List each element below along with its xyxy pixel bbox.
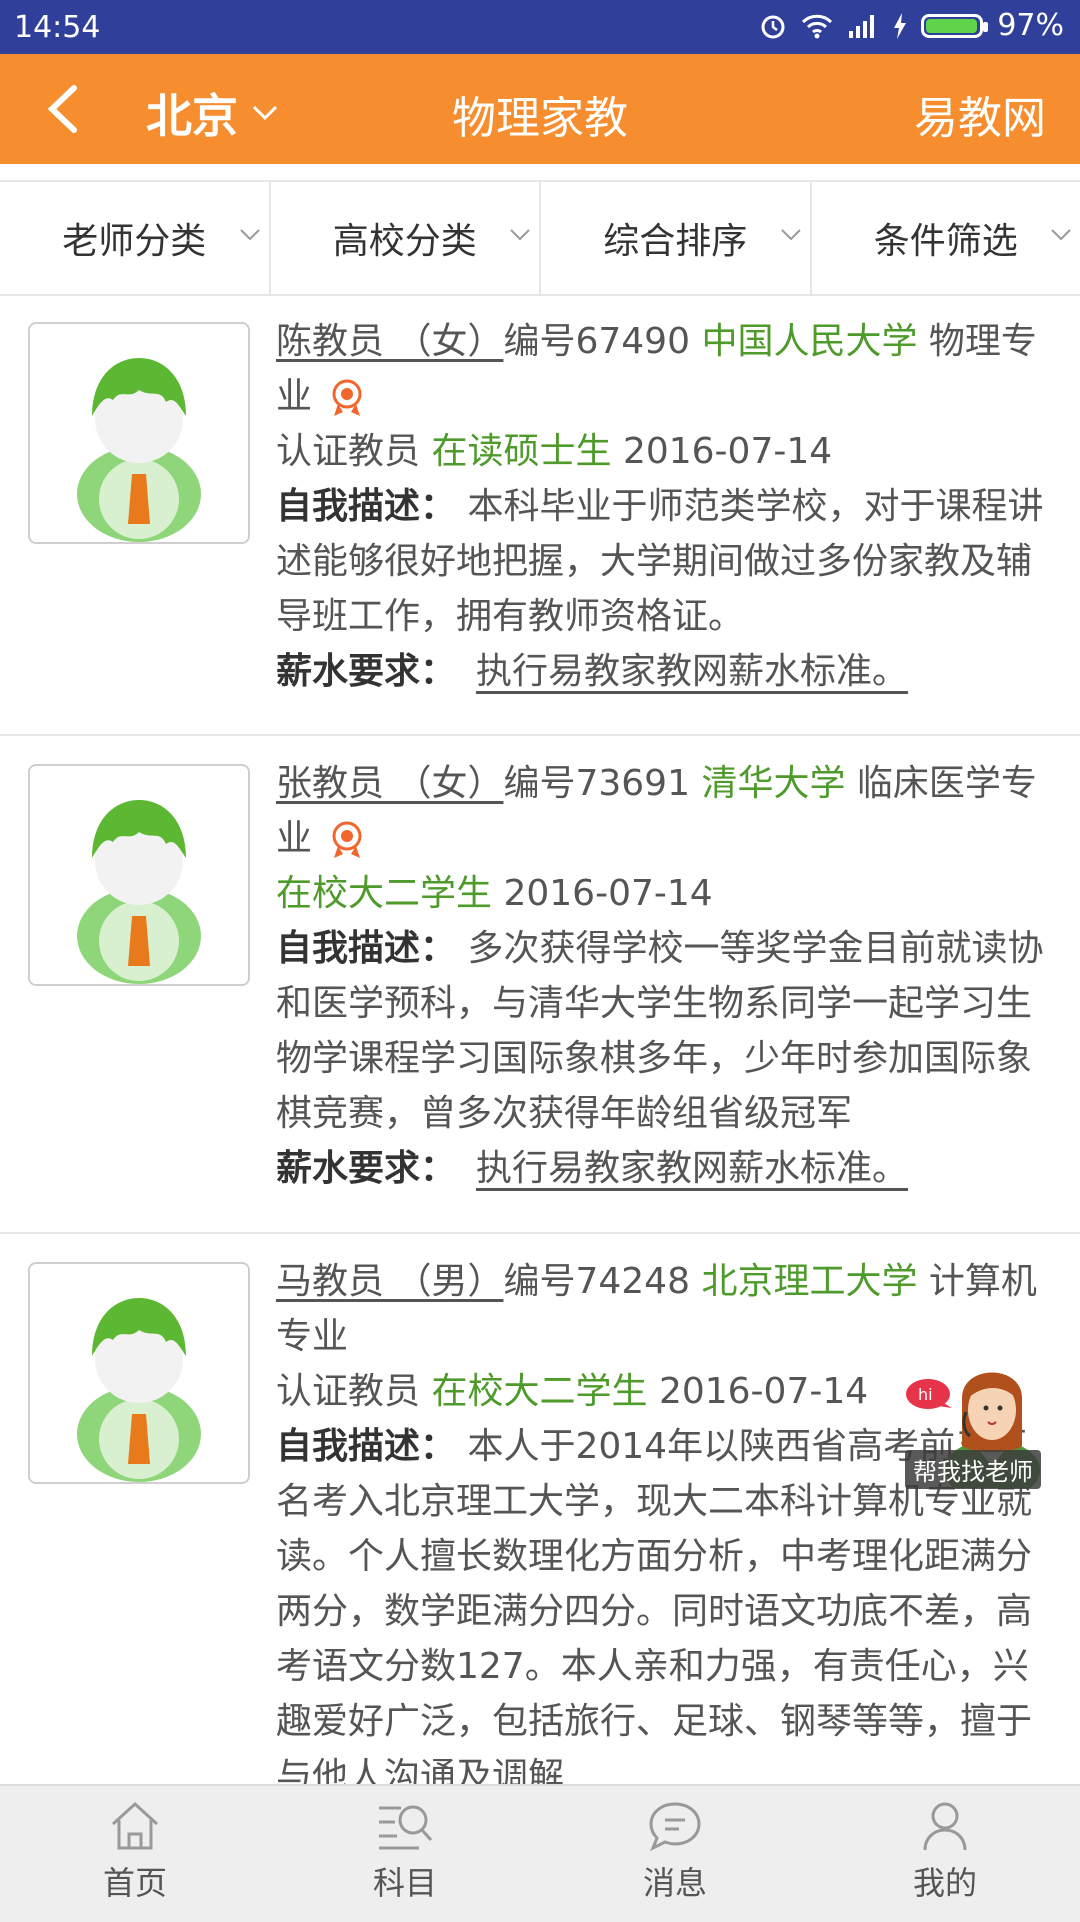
nav-label: 消息 — [643, 1858, 707, 1904]
battery-icon — [921, 14, 983, 38]
default-avatar-icon — [30, 1264, 248, 1482]
default-avatar-icon — [30, 766, 248, 984]
desc-label: 自我描述： — [276, 1426, 456, 1467]
teacher-info: 陈教员 （女）编号67490 中国人民大学 物理专业 认证教员 在读硕士生 20… — [276, 314, 1054, 699]
teacher-name[interactable]: 陈教员 （女） — [276, 321, 503, 362]
teacher-card[interactable]: 陈教员 （女）编号67490 中国人民大学 物理专业 认证教员 在读硕士生 20… — [0, 294, 1080, 736]
salary-label: 薪水要求： — [276, 1148, 456, 1189]
filter-university-category[interactable]: 高校分类 — [271, 182, 542, 294]
subjects-search-icon — [375, 1800, 435, 1852]
helper-bubble-text: hi — [918, 1385, 933, 1404]
user-icon — [917, 1800, 973, 1852]
avatar — [28, 764, 250, 986]
bottom-nav: 首页 科目 消息 我的 — [0, 1784, 1080, 1922]
salary-link[interactable]: 执行易教家教网薪水标准。 — [476, 651, 908, 692]
status-time: 14:54 — [14, 10, 100, 45]
app-header: 北京 物理家教 易教网 — [0, 54, 1080, 164]
teacher-card[interactable]: 马教员 （男）编号74248 北京理工大学 计算机专业 认证教员 在校大二学生 … — [0, 1234, 1080, 1784]
charging-icon — [893, 13, 907, 39]
city-selector[interactable]: 北京 — [146, 80, 278, 146]
teacher-name[interactable]: 张教员 （女） — [276, 763, 503, 804]
verified-label: 认证教员 — [276, 1371, 420, 1412]
teacher-degree: 在读硕士生 — [431, 431, 611, 472]
teacher-info: 马教员 （男）编号74248 北京理工大学 计算机专业 认证教员 在校大二学生 … — [276, 1254, 1054, 1784]
teacher-id: 编号67490 — [503, 321, 690, 362]
chevron-down-icon — [252, 105, 278, 121]
wifi-icon — [801, 13, 833, 39]
salary-label: 薪水要求： — [276, 651, 456, 692]
default-avatar-icon — [30, 324, 248, 542]
teacher-name[interactable]: 马教员 （男） — [276, 1261, 503, 1302]
brand-link[interactable]: 易教网 — [914, 82, 1046, 146]
nav-label: 我的 — [913, 1858, 977, 1904]
verified-label: 认证教员 — [276, 431, 420, 472]
filter-label: 综合排序 — [603, 212, 747, 264]
teacher-date: 2016-07-14 — [503, 873, 712, 914]
teacher-info: 张教员 （女）编号73691 清华大学 临床医学专业 在校大二学生 2016-0… — [276, 756, 1054, 1196]
chevron-down-icon — [780, 228, 802, 242]
teacher-school: 北京理工大学 — [701, 1261, 917, 1302]
filter-sort[interactable]: 综合排序 — [541, 182, 812, 294]
teacher-id: 编号74248 — [503, 1261, 690, 1302]
teacher-degree: 在校大二学生 — [431, 1371, 647, 1412]
nav-messages[interactable]: 消息 — [540, 1786, 810, 1922]
nav-profile[interactable]: 我的 — [810, 1786, 1080, 1922]
filter-teacher-category[interactable]: 老师分类 — [0, 182, 271, 294]
nav-label: 科目 — [373, 1858, 437, 1904]
home-icon — [107, 1800, 163, 1852]
desc-label: 自我描述： — [276, 928, 456, 969]
filter-conditions[interactable]: 条件筛选 — [812, 182, 1080, 294]
signal-icon — [847, 13, 879, 39]
teacher-school: 清华大学 — [701, 763, 845, 804]
filter-bar: 老师分类 高校分类 综合排序 条件筛选 — [0, 180, 1080, 296]
filter-label: 条件筛选 — [874, 212, 1018, 264]
status-icons: 97% — [759, 8, 1064, 43]
back-arrow-icon[interactable] — [40, 82, 90, 136]
desc-label: 自我描述： — [276, 486, 456, 527]
avatar — [28, 1262, 250, 1484]
teacher-degree: 在校大二学生 — [276, 873, 492, 914]
nav-home[interactable]: 首页 — [0, 1786, 270, 1922]
filter-label: 高校分类 — [333, 212, 477, 264]
teacher-date: 2016-07-14 — [623, 431, 832, 472]
nav-label: 首页 — [103, 1858, 167, 1904]
medal-icon — [329, 820, 365, 860]
chevron-down-icon — [509, 228, 531, 242]
medal-icon — [329, 378, 365, 418]
teacher-id: 编号73691 — [503, 763, 690, 804]
city-name: 北京 — [146, 80, 238, 146]
filter-label: 老师分类 — [62, 212, 206, 264]
battery-level: 97% — [997, 8, 1064, 43]
chevron-down-icon — [1050, 228, 1072, 242]
avatar — [28, 322, 250, 544]
teacher-list: 陈教员 （女）编号67490 中国人民大学 物理专业 认证教员 在读硕士生 20… — [0, 294, 1080, 1784]
chevron-down-icon — [239, 228, 261, 242]
teacher-card[interactable]: 张教员 （女）编号73691 清华大学 临床医学专业 在校大二学生 2016-0… — [0, 736, 1080, 1234]
helper-label[interactable]: 帮我找老师 — [905, 1450, 1041, 1489]
teacher-date: 2016-07-14 — [659, 1371, 868, 1412]
status-bar: 14:54 97% — [0, 0, 1080, 54]
salary-link[interactable]: 执行易教家教网薪水标准。 — [476, 1148, 908, 1189]
teacher-school: 中国人民大学 — [701, 321, 917, 362]
nav-subjects[interactable]: 科目 — [270, 1786, 540, 1922]
message-icon — [647, 1800, 703, 1852]
alarm-icon — [759, 12, 787, 40]
